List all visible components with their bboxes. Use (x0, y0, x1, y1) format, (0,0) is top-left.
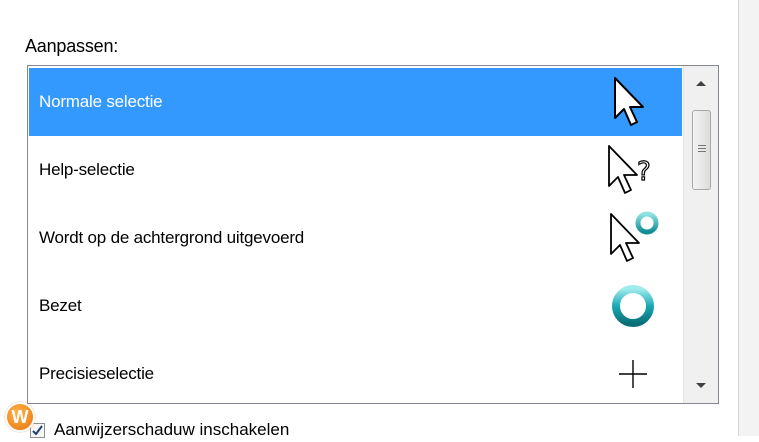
list-item-label: Help-selectie (39, 160, 135, 179)
cursor-listbox[interactable]: Normale selectie Help-selectie ? Wordt o… (27, 65, 719, 404)
busy-cursor-icon (612, 285, 654, 327)
w-badge-icon: W (5, 402, 35, 432)
chevron-down-icon (696, 383, 706, 388)
help-cursor-icon: ? (608, 145, 651, 194)
shadow-checkbox-label: Aanwijzerschaduw inschakelen (54, 420, 290, 439)
cursor-list: Normale selectie Help-selectie ? Wordt o… (29, 68, 682, 403)
list-item-busy[interactable]: Bezet (29, 272, 682, 340)
scroll-down-button[interactable] (684, 369, 718, 403)
checkmark-icon (32, 425, 43, 436)
list-item-label: Normale selectie (39, 92, 163, 111)
working-in-background-cursor-icon (610, 211, 659, 262)
list-item-working-in-background[interactable]: Wordt op de achtergrond uitgevoerd (29, 204, 682, 272)
arrow-cursor-icon (614, 77, 644, 126)
scroll-grip-line (698, 151, 706, 152)
scroll-up-button[interactable] (684, 66, 718, 100)
scroll-grip-line (698, 145, 706, 146)
right-panel-strip (739, 0, 759, 436)
list-item-label: Bezet (39, 296, 82, 315)
crosshair-cursor-icon (619, 360, 647, 388)
list-item-label: Wordt op de achtergrond uitgevoerd (39, 228, 305, 247)
chevron-up-icon (696, 81, 706, 86)
list-item-normal-select[interactable]: Normale selectie (29, 68, 682, 136)
list-item-help-select[interactable]: Help-selectie ? (29, 136, 682, 204)
list-item-precision-select[interactable]: Precisieselectie (29, 340, 682, 403)
scroll-thumb[interactable] (692, 110, 711, 190)
vertical-scrollbar[interactable] (683, 66, 718, 403)
customize-label: Aanpassen: (25, 36, 119, 56)
list-item-label: Precisieselectie (39, 364, 154, 383)
scroll-grip-line (698, 148, 706, 149)
svg-text:?: ? (637, 157, 651, 187)
